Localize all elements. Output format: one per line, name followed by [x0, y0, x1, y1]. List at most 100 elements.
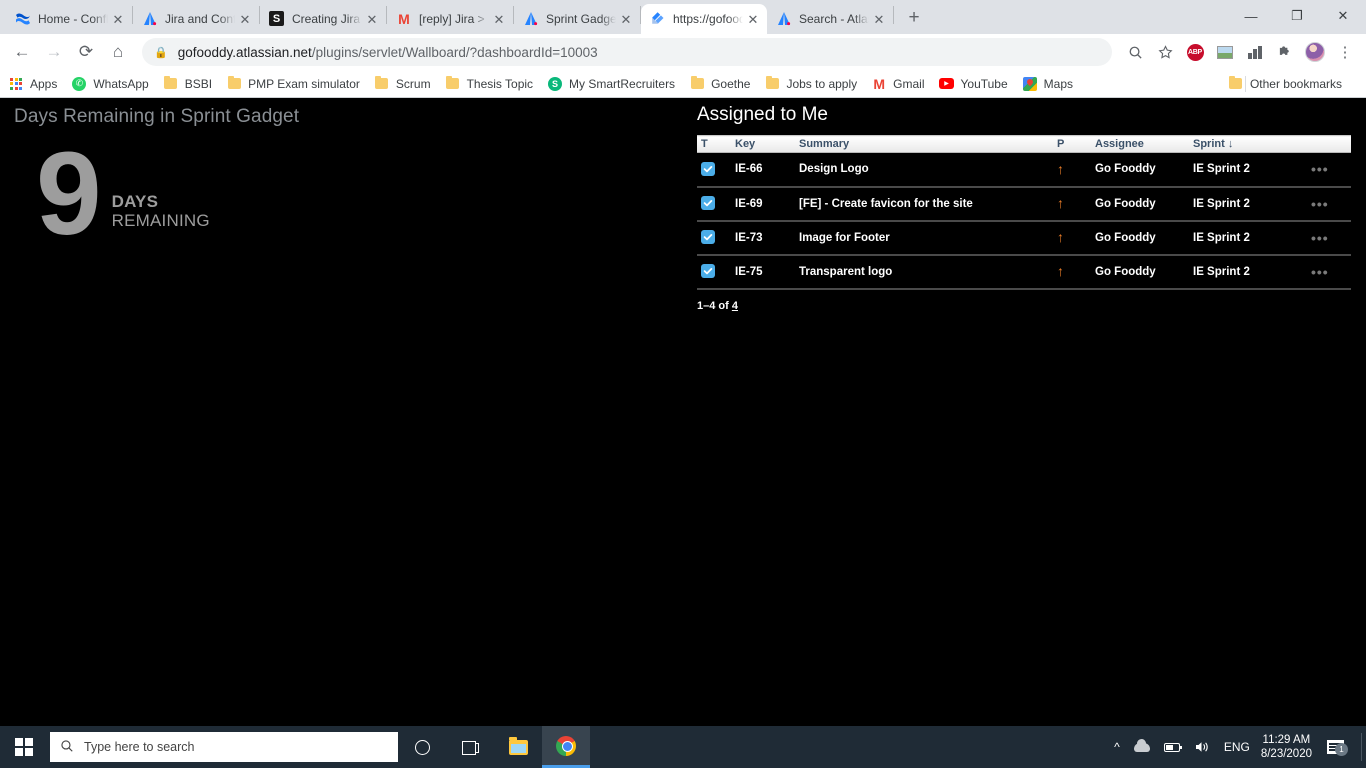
reload-button[interactable]: ⟳ [72, 38, 100, 66]
tab-close-icon[interactable]: ✕ [237, 11, 253, 27]
table-row[interactable]: IE-73 Image for Footer ↑ Go Fooddy IE Sp… [697, 220, 1351, 256]
bookmark-star-icon[interactable] [1152, 39, 1178, 65]
address-bar[interactable]: 🔒 gofooddy.atlassian.net/plugins/servlet… [142, 38, 1112, 66]
cell-summary[interactable]: Design Logo [795, 152, 1053, 188]
gmail-icon: M [398, 11, 410, 27]
language-indicator[interactable]: ENG [1224, 740, 1250, 754]
start-button[interactable] [0, 726, 48, 768]
tab-close-icon[interactable]: ✕ [110, 11, 126, 27]
table-row[interactable]: IE-75 Transparent logo ↑ Go Fooddy IE Sp… [697, 254, 1351, 290]
cell-actions[interactable]: ••• [1307, 152, 1351, 188]
browser-tab-4[interactable]: Sprint Gadget (rem ✕ [514, 4, 640, 34]
taskbar-clock[interactable]: 11:29 AM 8/23/2020 [1261, 733, 1312, 762]
tab-title: [reply] Jira > Sprint [419, 12, 489, 26]
browser-tab-2[interactable]: S Creating Jira issues ✕ [260, 4, 386, 34]
days-label: DAYS [111, 192, 159, 212]
tab-close-icon[interactable]: ✕ [364, 11, 380, 27]
tab-close-icon[interactable]: ✕ [491, 11, 507, 27]
bookmark-scrum[interactable]: Scrum [374, 75, 431, 92]
row-actions-icon[interactable]: ••• [1311, 264, 1329, 280]
cell-summary[interactable]: Image for Footer [795, 220, 1053, 256]
tab-title: Search - Atlassian [799, 12, 869, 26]
slack-icon: S [269, 11, 285, 27]
cell-summary[interactable]: Transparent logo [795, 254, 1053, 290]
browser-tab-6[interactable]: Search - Atlassian ✕ [767, 4, 893, 34]
volume-icon[interactable] [1194, 740, 1210, 754]
bookmark-apps[interactable]: Apps [8, 76, 57, 92]
column-header-priority[interactable]: P [1053, 135, 1091, 153]
minimize-button[interactable]: — [1228, 0, 1274, 32]
show-desktop-button[interactable] [1361, 733, 1362, 761]
close-window-button[interactable]: ✕ [1320, 0, 1366, 32]
row-actions-icon[interactable]: ••• [1311, 196, 1329, 212]
chart-extension-icon[interactable] [1242, 39, 1268, 65]
taskbar-search-input[interactable]: Type here to search [50, 732, 398, 762]
folder-icon [689, 75, 705, 92]
column-header-key[interactable]: Key [731, 135, 795, 153]
windows-taskbar: Type here to search ^ ENG 11:29 AM 8/23/… [0, 726, 1366, 768]
onedrive-icon[interactable] [1133, 738, 1150, 752]
cell-actions[interactable]: ••• [1307, 186, 1351, 222]
cell-key[interactable]: IE-66 [731, 152, 795, 188]
extensions-puzzle-icon[interactable] [1272, 39, 1298, 65]
cell-priority: ↑ [1053, 152, 1091, 188]
home-button[interactable]: ⌂ [104, 38, 132, 66]
image-extension-icon[interactable] [1212, 39, 1238, 65]
tab-close-icon[interactable]: ✕ [871, 11, 887, 27]
row-actions-icon[interactable]: ••• [1311, 161, 1329, 177]
bookmark-whatsapp[interactable]: ✆ WhatsApp [71, 76, 149, 92]
cell-key[interactable]: IE-73 [731, 220, 795, 256]
chrome-menu-icon[interactable]: ⋮ [1332, 39, 1358, 65]
cell-key[interactable]: IE-69 [731, 186, 795, 222]
bookmark-bsbi[interactable]: BSBI [163, 75, 212, 92]
column-header-summary[interactable]: Summary [795, 135, 1053, 153]
adblock-plus-icon[interactable]: ABP [1182, 39, 1208, 65]
browser-tab-0[interactable]: Home - Confluence ✕ [6, 4, 132, 34]
other-bookmarks-button[interactable]: Other bookmarks [1228, 75, 1342, 92]
profile-avatar[interactable] [1302, 39, 1328, 65]
url-path: /plugins/servlet/Wallboard/?dashboardId=… [311, 44, 598, 60]
pagination-total[interactable]: 4 [732, 300, 738, 312]
new-tab-button[interactable]: + [900, 4, 928, 32]
row-actions-icon[interactable]: ••• [1311, 230, 1329, 246]
bookmark-jobs-to-apply[interactable]: Jobs to apply [764, 75, 857, 92]
browser-tab-3[interactable]: M [reply] Jira > Sprint ✕ [387, 4, 513, 34]
table-row[interactable]: IE-69 [FE] - Create favicon for the site… [697, 186, 1351, 222]
bookmark-my-smartrecruiters[interactable]: S My SmartRecruiters [547, 76, 675, 92]
bookmark-maps[interactable]: Maps [1022, 76, 1073, 92]
column-header-sprint[interactable]: Sprint ↓ [1189, 135, 1307, 153]
notifications-button[interactable]: 1 [1327, 740, 1350, 756]
bookmark-pmp-exam-simulator[interactable]: PMP Exam simulator [226, 75, 360, 92]
browser-tab-1[interactable]: Jira and Confluence ✕ [133, 4, 259, 34]
browser-tab-5-active[interactable]: https://gofooddy.a ✕ [641, 4, 767, 34]
bookmark-label: YouTube [960, 76, 1008, 91]
tab-close-icon[interactable]: ✕ [745, 11, 761, 27]
column-header-type[interactable]: T [697, 135, 731, 153]
tab-close-icon[interactable]: ✕ [618, 11, 634, 27]
cell-key[interactable]: IE-75 [731, 254, 795, 290]
cell-sprint: IE Sprint 2 [1189, 220, 1307, 256]
bookmark-thesis-topic[interactable]: Thesis Topic [445, 75, 533, 92]
battery-icon[interactable] [1163, 742, 1182, 752]
jira-software-icon [650, 11, 666, 27]
bookmark-label: Scrum [395, 76, 431, 91]
forward-button[interactable]: → [40, 38, 68, 66]
cell-summary[interactable]: [FE] - Create favicon for the site [795, 186, 1053, 222]
cortana-icon [414, 739, 430, 755]
tab-title: Home - Confluence [38, 12, 108, 26]
cell-actions[interactable]: ••• [1307, 220, 1351, 256]
cell-actions[interactable]: ••• [1307, 254, 1351, 290]
tray-expand-chevron-icon[interactable]: ^ [1114, 740, 1120, 754]
chrome-taskbar-button[interactable] [542, 726, 590, 768]
column-header-assignee[interactable]: Assignee [1091, 135, 1189, 153]
maximize-button[interactable]: ❐ [1274, 0, 1320, 32]
task-view-button[interactable] [446, 726, 494, 768]
back-button[interactable]: ← [8, 38, 36, 66]
bookmark-youtube[interactable]: ▶ YouTube [939, 76, 1008, 92]
table-row[interactable]: IE-66 Design Logo ↑ Go Fooddy IE Sprint … [697, 152, 1351, 188]
zoom-search-icon[interactable] [1122, 39, 1148, 65]
bookmark-goethe[interactable]: Goethe [689, 75, 750, 92]
file-explorer-button[interactable] [494, 726, 542, 768]
bookmark-gmail[interactable]: M Gmail [871, 76, 924, 92]
cortana-button[interactable] [398, 726, 446, 768]
